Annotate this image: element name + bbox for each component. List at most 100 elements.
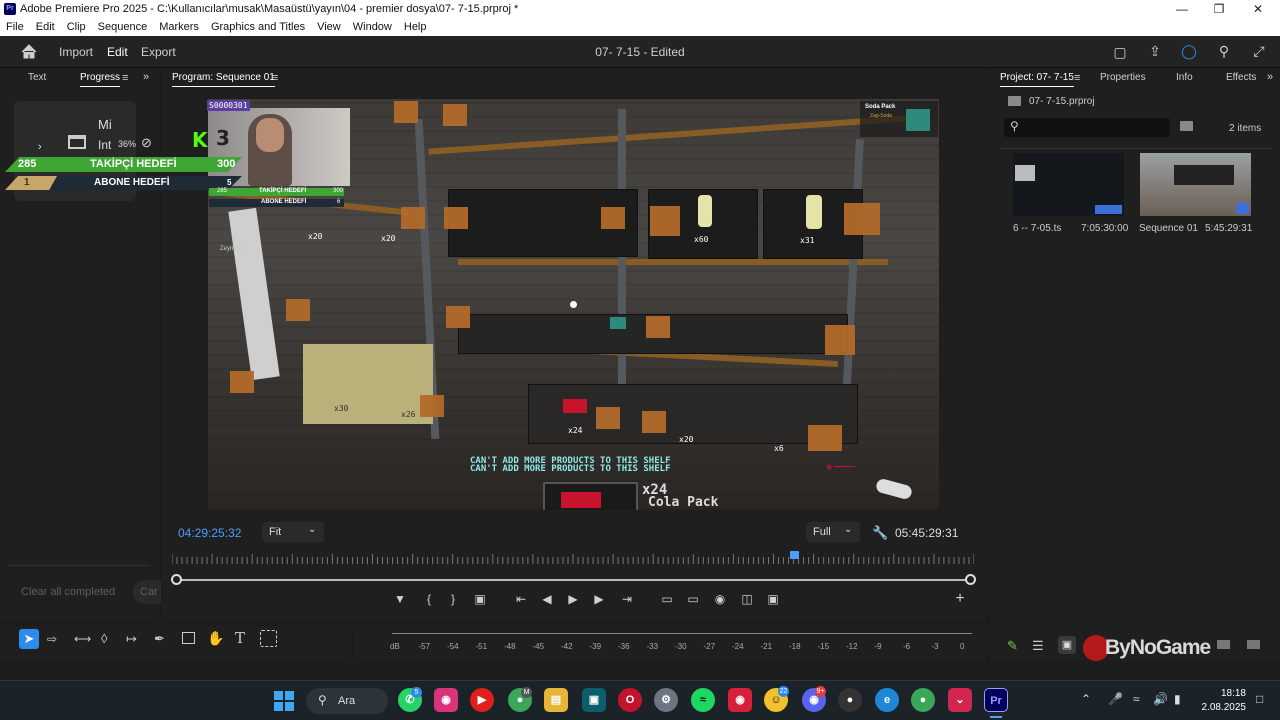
tab-program[interactable]: Program: Sequence 01 — [172, 72, 275, 87]
new-item-icon[interactable] — [1217, 640, 1230, 649]
chrome-icon-2[interactable]: ● — [911, 688, 935, 712]
app-icon[interactable]: ◉ — [728, 688, 752, 712]
panel-menu-icon[interactable]: ≡ — [272, 72, 278, 84]
menu-sequence[interactable]: Sequence — [92, 19, 154, 33]
menu-file[interactable]: File — [0, 19, 30, 33]
search-icon[interactable]: ⚲ — [1213, 43, 1235, 60]
type-tool-icon[interactable]: T — [235, 629, 245, 647]
overwrite-icon[interactable]: ▭ — [684, 592, 702, 606]
vr-icon[interactable]: ▣ — [764, 592, 782, 606]
minimize-icon[interactable]: — — [1162, 1, 1202, 18]
rectangle-tool-icon[interactable] — [182, 632, 195, 644]
generative-extend-tool-icon[interactable] — [260, 630, 277, 647]
file-explorer-icon[interactable]: ▤ — [544, 688, 568, 712]
cancel-button[interactable]: Car — [133, 580, 161, 604]
sequence-name[interactable]: Sequence 01 — [1139, 223, 1198, 234]
tab-text[interactable]: Text — [28, 72, 46, 83]
pencil-icon[interactable]: ✎ — [1007, 638, 1018, 654]
clear-all-button[interactable]: Clear all completed — [21, 586, 115, 598]
wifi-icon[interactable]: ≈ — [1133, 692, 1140, 706]
menu-clip[interactable]: Clip — [61, 19, 92, 33]
instagram-icon[interactable]: ◉ — [434, 688, 458, 712]
tab-progress[interactable]: Progress — [80, 72, 121, 87]
wrench-icon[interactable]: 🔧 — [872, 525, 888, 541]
safe-margins-icon[interactable]: ▣ — [471, 592, 489, 606]
pocket-icon[interactable]: ⌄ — [948, 688, 972, 712]
battery-icon[interactable]: ▮ — [1174, 692, 1181, 706]
folder-icon[interactable] — [1247, 640, 1260, 649]
progress-icon[interactable]: ◯ — [1178, 43, 1200, 60]
slip-tool-icon[interactable]: ↦ — [126, 631, 137, 647]
go-to-out-icon[interactable]: ⇥ — [618, 592, 636, 606]
clip-name[interactable]: 6 -- 7-05.ts — [1013, 223, 1061, 234]
menu-graphics[interactable]: Graphics and Titles — [205, 19, 311, 33]
clock-date[interactable]: 2.08.2025 — [1194, 702, 1247, 713]
panel-overflow-icon[interactable]: » — [1267, 71, 1273, 83]
button-editor-icon[interactable]: + — [951, 590, 969, 608]
panel-menu-icon[interactable]: ≡ — [122, 72, 128, 84]
settings-icon[interactable]: ⚙ — [654, 688, 678, 712]
track-select-tool-icon[interactable]: ⇨ — [47, 632, 57, 646]
insert-icon[interactable]: ▭ — [658, 592, 676, 606]
export-frame-icon[interactable]: ◉ — [711, 592, 729, 606]
taskbar-search[interactable]: ⚲ Ara — [306, 688, 388, 714]
volume-icon[interactable]: 🔊 — [1153, 692, 1168, 706]
selection-tool-icon[interactable]: ➤ — [19, 629, 39, 649]
go-to-in-icon[interactable]: ⇤ — [512, 592, 530, 606]
zoom-scroll-bar[interactable] — [176, 579, 971, 581]
clock-time[interactable]: 18:18 — [1208, 688, 1246, 699]
menu-help[interactable]: Help — [398, 19, 433, 33]
panel-overflow-icon[interactable]: » — [143, 71, 149, 83]
hand-tool-icon[interactable]: ✋ — [207, 630, 224, 647]
razor-tool-icon[interactable]: ◊ — [101, 631, 107, 646]
zoom-handle-left[interactable] — [171, 574, 182, 585]
opera-icon[interactable]: O — [618, 688, 642, 712]
step-forward-icon[interactable]: ▶ — [590, 592, 608, 606]
step-back-icon[interactable]: ◀ — [538, 592, 556, 606]
workspace-icon[interactable]: ▢ — [1109, 44, 1131, 61]
fullscreen-icon[interactable]: ⤢ — [1248, 43, 1270, 60]
add-marker-icon[interactable]: ▼ — [391, 592, 409, 606]
mark-out-icon[interactable]: } — [444, 592, 462, 606]
expand-chevron-icon[interactable]: › — [38, 141, 42, 153]
youtube-music-icon[interactable]: ▶ — [470, 688, 494, 712]
tab-info[interactable]: Info — [1176, 72, 1193, 83]
share-icon[interactable]: ⇪ — [1144, 43, 1166, 60]
mark-in-icon[interactable]: { — [420, 592, 438, 606]
zoom-handle-right[interactable] — [965, 574, 976, 585]
edge-icon[interactable]: e — [875, 688, 899, 712]
maximize-icon[interactable]: ❐ — [1199, 1, 1239, 18]
pen-tool-icon[interactable]: ✒ — [154, 631, 165, 647]
time-ruler[interactable] — [172, 550, 974, 566]
play-icon[interactable]: ▶ — [564, 592, 582, 606]
zoom-select[interactable]: Fit ⌄ — [262, 522, 324, 542]
premiere-taskbar-icon[interactable]: Pr — [984, 688, 1008, 712]
notifications-icon[interactable]: □ — [1256, 692, 1263, 706]
menu-markers[interactable]: Markers — [153, 19, 205, 33]
icon-view-icon[interactable]: ▣ — [1058, 636, 1076, 654]
close-icon[interactable]: ✕ — [1238, 1, 1278, 18]
tab-project[interactable]: Project: 07- 7-15 — [1000, 72, 1074, 87]
search-input[interactable] — [1004, 118, 1170, 137]
new-bin-icon[interactable] — [1180, 121, 1193, 131]
cancel-job-icon[interactable]: ⊘ — [141, 135, 152, 151]
tray-overflow-icon[interactable]: ⌃ — [1081, 692, 1091, 706]
quality-select[interactable]: Full ⌄ — [806, 522, 860, 542]
menu-window[interactable]: Window — [347, 19, 398, 33]
current-timecode[interactable]: 04:29:25:32 — [178, 526, 241, 540]
panel-menu-icon[interactable]: ≡ — [1074, 72, 1080, 84]
microphone-icon[interactable]: 🎤 — [1108, 692, 1123, 706]
github-icon[interactable]: ● — [838, 688, 862, 712]
list-view-icon[interactable]: ☰ — [1032, 638, 1044, 654]
comparison-view-icon[interactable]: ◫ — [738, 592, 756, 606]
tab-properties[interactable]: Properties — [1100, 72, 1146, 83]
spotify-icon[interactable]: ≈ — [691, 688, 715, 712]
menu-view[interactable]: View — [311, 19, 347, 33]
windows-start-icon[interactable] — [272, 688, 296, 712]
clip-thumbnail[interactable] — [1013, 153, 1124, 216]
store-icon[interactable]: ▣ — [582, 688, 606, 712]
playhead[interactable] — [789, 551, 799, 559]
tab-effects[interactable]: Effects — [1226, 72, 1256, 83]
menu-edit[interactable]: Edit — [30, 19, 61, 33]
sequence-thumbnail[interactable] — [1140, 153, 1251, 216]
